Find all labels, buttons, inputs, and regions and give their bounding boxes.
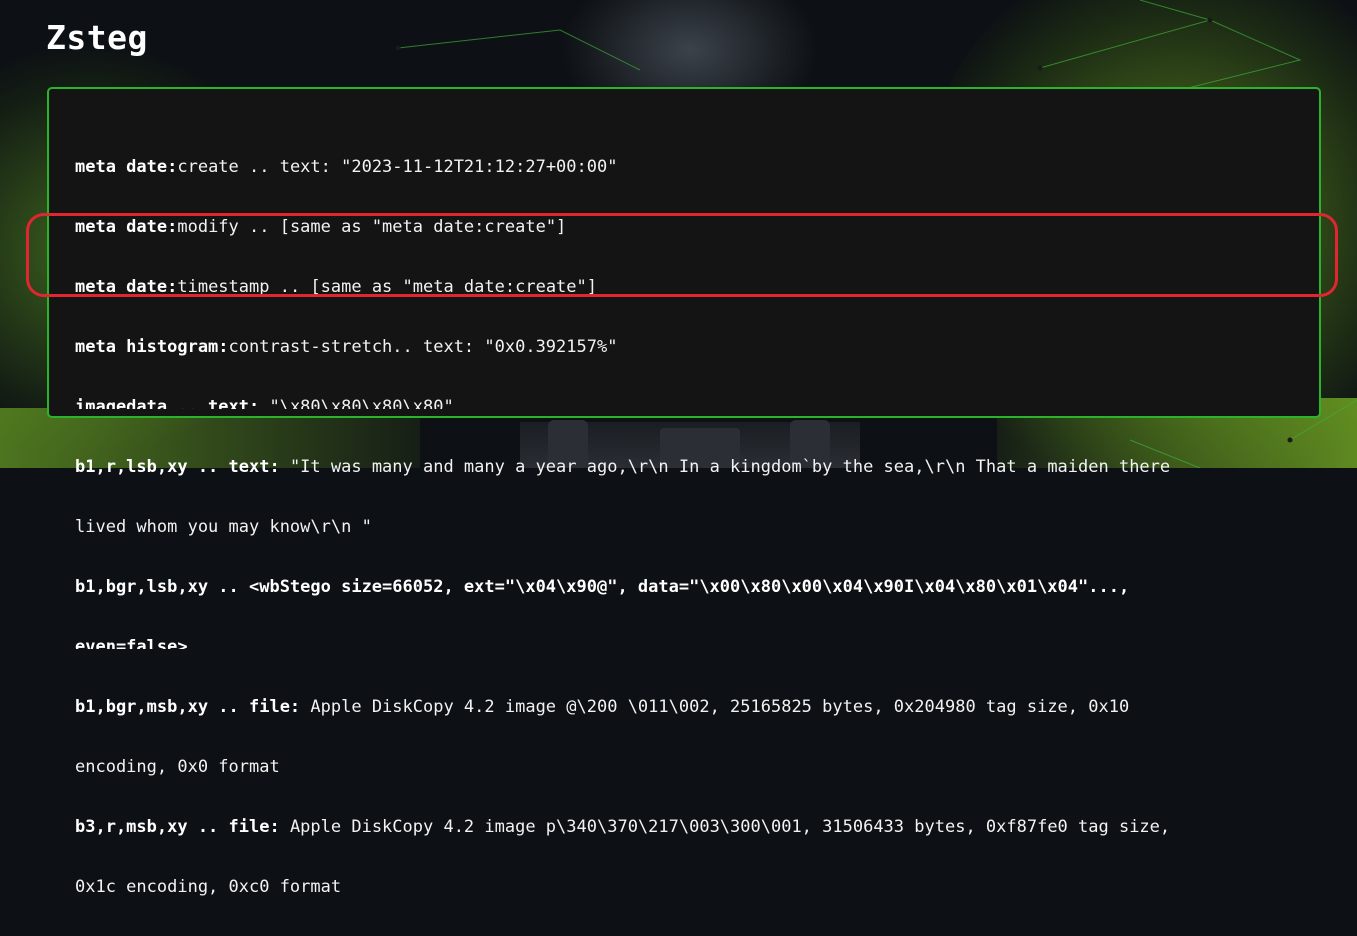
page-title: Zsteg bbox=[46, 18, 148, 57]
output-line: b1,bgr,lsb,xy .. <wbStego size=66052, ex… bbox=[75, 577, 1130, 597]
output-line: b1,bgr,msb,xy .. file: Apple DiskCopy 4.… bbox=[75, 697, 1130, 717]
output-line: 0x1c encoding, 0xc0 format bbox=[75, 877, 342, 897]
output-line: b3,r,msb,xy .. file: Apple DiskCopy 4.2 … bbox=[75, 817, 1171, 837]
terminal-output-panel: meta date:create .. text: "2023-11-12T21… bbox=[47, 87, 1321, 897]
output-line: meta date:timestamp .. [same as "meta da… bbox=[75, 277, 597, 297]
output-line-partially-hidden: imagedata .. text: "\x80\x80\x80\x80" bbox=[75, 397, 454, 417]
output-line: meta date:create .. text: "2023-11-12T21… bbox=[75, 157, 618, 177]
output-line: meta date:modify .. [same as "meta date:… bbox=[75, 217, 567, 237]
output-line: meta histogram:contrast-stretch.. text: … bbox=[75, 337, 618, 357]
output-line: b1,r,lsb,xy .. text: "It was many and ma… bbox=[75, 457, 1171, 477]
output-line: encoding, 0x0 format bbox=[75, 757, 280, 777]
output-line-partially-hidden: even=false> bbox=[75, 637, 188, 657]
output-line: lived whom you may know\r\n " bbox=[75, 517, 372, 537]
terminal-output: meta date:create .. text: "2023-11-12T21… bbox=[75, 117, 1305, 936]
